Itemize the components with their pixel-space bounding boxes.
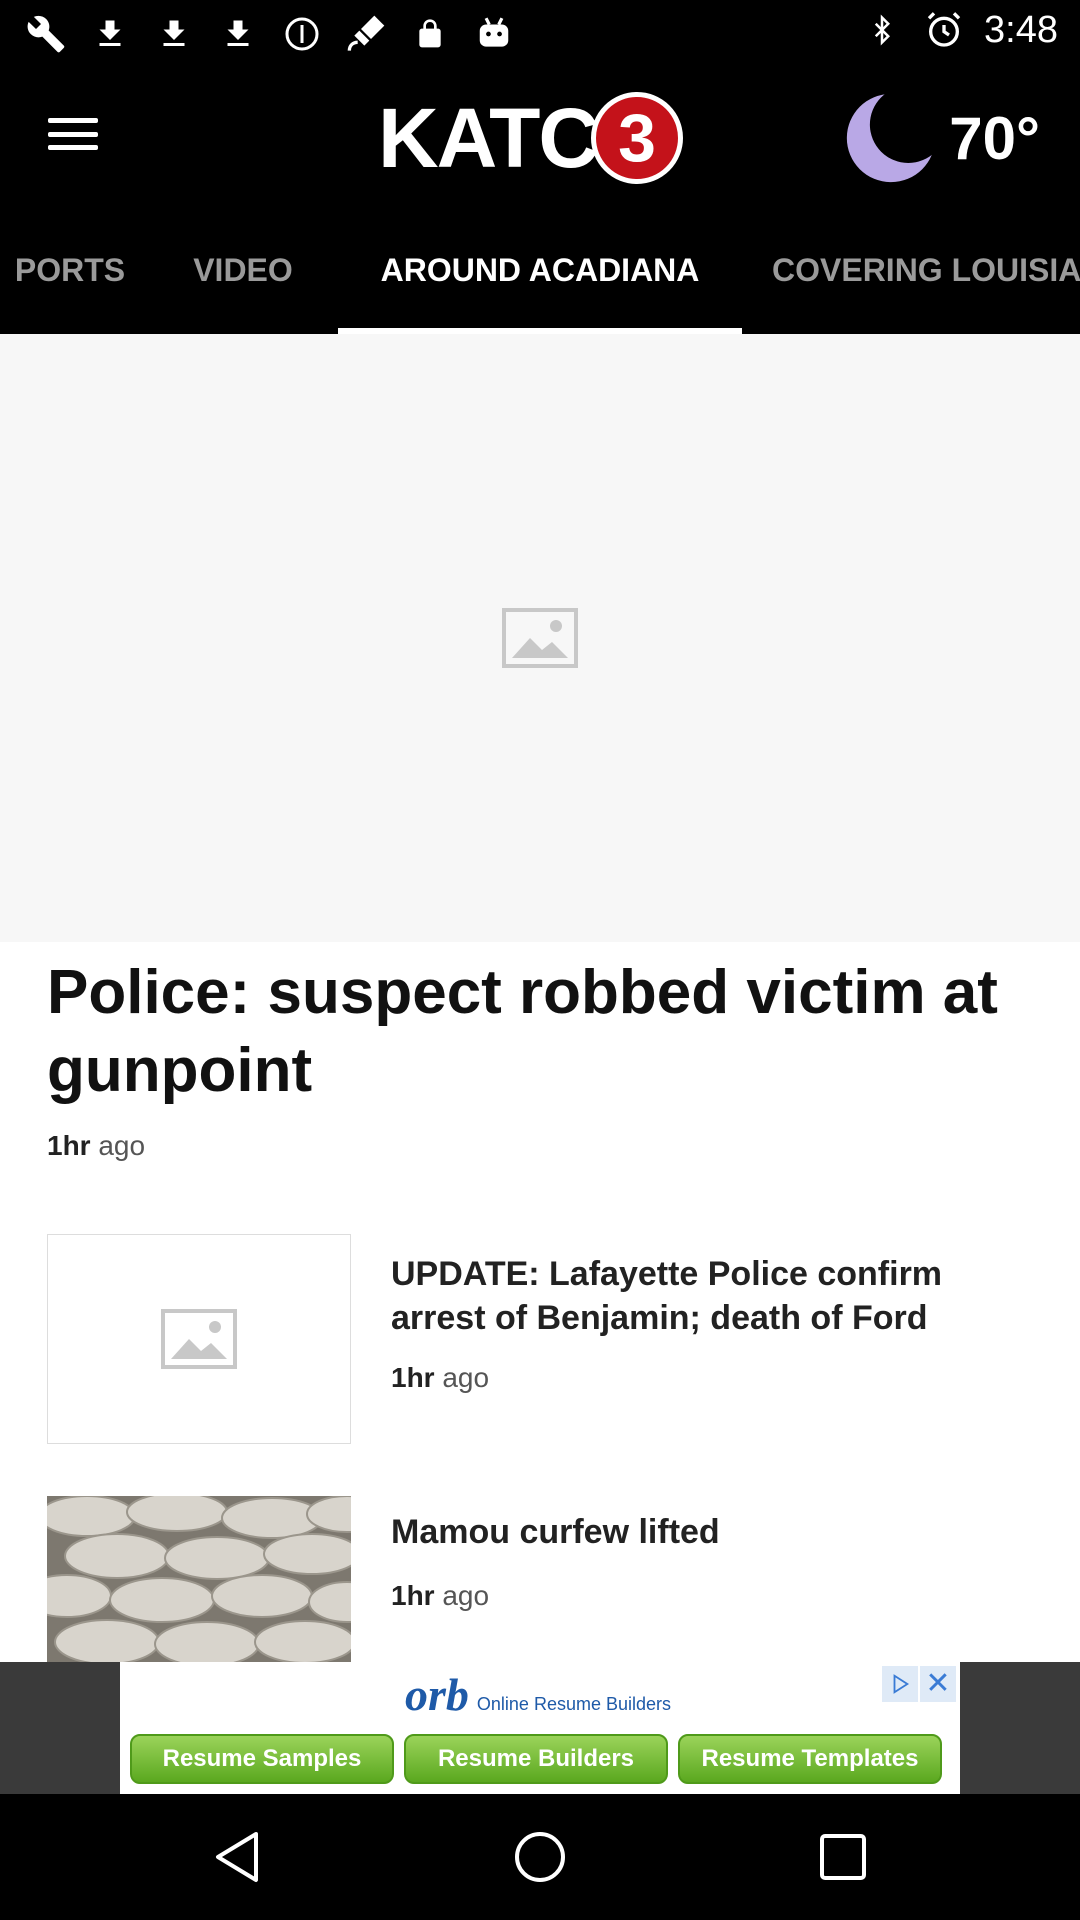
image-placeholder-icon xyxy=(161,1309,237,1369)
list-item[interactable]: Mamou curfew lifted 1hr ago xyxy=(47,1496,1037,1662)
story-timestamp: 1hr ago xyxy=(391,1580,490,1611)
hamburger-menu-icon[interactable] xyxy=(40,106,106,162)
wrench-icon xyxy=(24,12,68,56)
download-icon xyxy=(216,12,260,56)
clock: 3:48 xyxy=(984,8,1058,51)
bluetooth-icon xyxy=(860,8,904,52)
logo-badge: 3 xyxy=(591,92,684,184)
alarm-icon xyxy=(922,8,966,52)
story-timestamp: 1hr ago xyxy=(391,1362,490,1393)
logo-text: KATC xyxy=(378,91,599,185)
ad-info-icon[interactable] xyxy=(882,1666,918,1702)
ad-content[interactable]: orb Online Resume Builders ✕ Resume Samp… xyxy=(120,1662,960,1794)
temperature: 70° xyxy=(949,104,1040,172)
ad-banner[interactable]: orb Online Resume Builders ✕ Resume Samp… xyxy=(0,1662,1080,1794)
moon-icon xyxy=(847,93,936,183)
ad-resume-builders-button[interactable]: Resume Builders xyxy=(404,1734,668,1784)
sandbags-photo[interactable] xyxy=(47,1496,351,1662)
tab-around-acadiana[interactable]: AROUND ACADIANA xyxy=(338,206,742,334)
news-feed: Police: suspect robbed victim at gunpoin… xyxy=(0,334,1080,1662)
back-icon[interactable] xyxy=(204,1824,270,1890)
section-tabs: PORTS VIDEO AROUND ACADIANA COVERING LOU… xyxy=(0,206,1080,334)
station-logo[interactable]: KATC 3 xyxy=(378,90,684,186)
lock-icon xyxy=(408,12,452,56)
satellite-icon xyxy=(344,12,388,56)
download-icon xyxy=(88,12,132,56)
ad-resume-templates-button[interactable]: Resume Templates xyxy=(678,1734,942,1784)
story-headline[interactable]: Mamou curfew lifted xyxy=(391,1510,1031,1554)
hero-image[interactable] xyxy=(0,334,1080,942)
ad-close-icon[interactable]: ✕ xyxy=(920,1666,956,1702)
ad-buttons: Resume Samples Resume Builders Resume Te… xyxy=(130,1734,942,1784)
system-nav-bar xyxy=(0,1794,1080,1920)
weather-widget[interactable]: 70° xyxy=(843,90,1040,186)
hero-headline[interactable]: Police: suspect robbed victim at gunpoin… xyxy=(47,954,1037,1110)
list-item[interactable]: UPDATE: Lafayette Police confirm arrest … xyxy=(47,1234,1037,1446)
info-icon xyxy=(280,12,324,56)
ad-brand: orb Online Resume Builders xyxy=(405,1669,671,1720)
home-icon[interactable] xyxy=(507,1824,573,1890)
image-placeholder-icon xyxy=(502,608,578,668)
status-bar: 3:48 xyxy=(0,0,1080,66)
tab-covering-louisiana[interactable]: COVERING LOUISIA xyxy=(772,206,1080,334)
tab-video[interactable]: VIDEO xyxy=(160,206,326,334)
recents-icon[interactable] xyxy=(810,1824,876,1890)
ad-resume-samples-button[interactable]: Resume Samples xyxy=(130,1734,394,1784)
download-icon xyxy=(152,12,196,56)
system-status: 3:48 xyxy=(860,8,1058,52)
notification-icons xyxy=(24,12,516,56)
hero-timestamp: 1hr ago xyxy=(47,1130,146,1161)
story-headline[interactable]: UPDATE: Lafayette Police confirm arrest … xyxy=(391,1252,1031,1340)
android-icon xyxy=(472,12,516,56)
story-thumbnail[interactable] xyxy=(47,1234,351,1444)
tab-sports[interactable]: PORTS xyxy=(0,206,150,334)
